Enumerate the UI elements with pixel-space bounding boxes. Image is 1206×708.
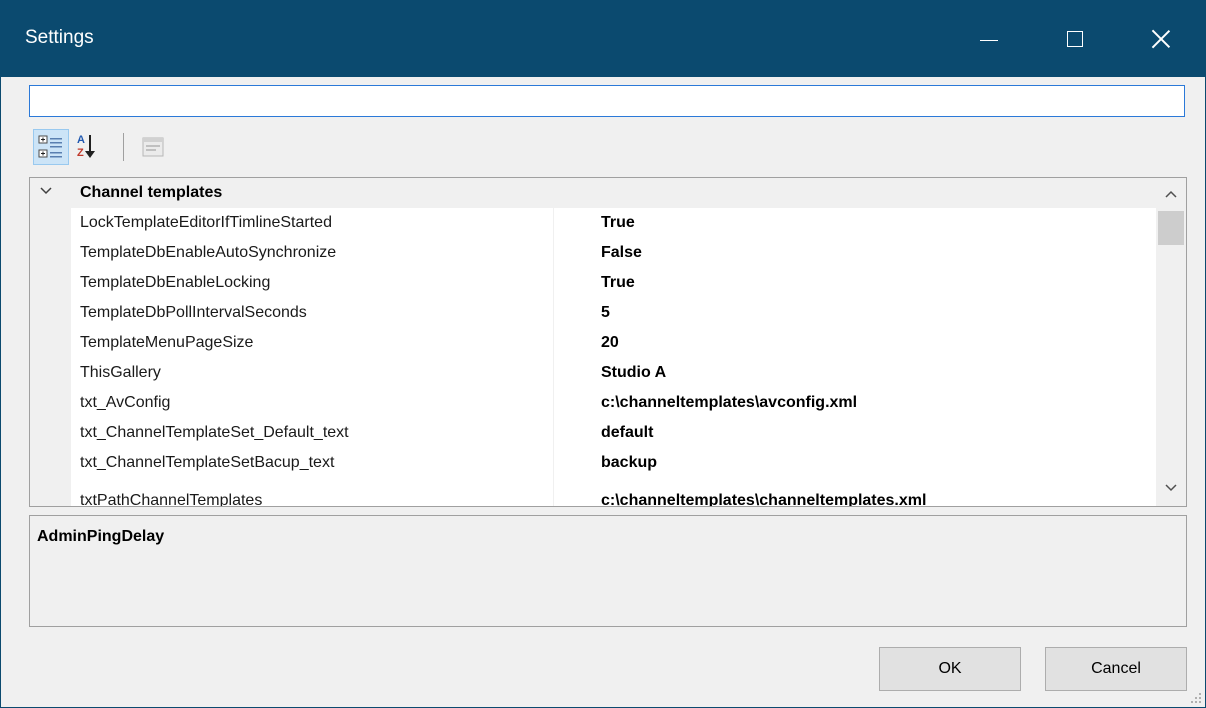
property-row[interactable]: ThisGallery Studio A [71,358,1156,388]
property-row[interactable]: txt_AvConfig c:\channeltemplates\avconfi… [71,388,1156,418]
property-row[interactable]: txt_ChannelTemplateSet_Default_text defa… [71,418,1156,448]
property-grid[interactable]: Channel templates LockTemplateEditorIfTi… [29,177,1187,507]
property-row[interactable]: TemplateDbEnableLocking True [71,268,1156,298]
property-name: txt_ChannelTemplateSetBacup_text [80,454,335,471]
property-row[interactable]: LockTemplateEditorIfTimlineStarted True [71,208,1156,238]
window-title: Settings [25,27,94,48]
toolbar-separator [123,133,124,161]
categorized-view-icon [38,135,62,158]
title-bar[interactable]: Settings [1,1,1205,77]
minimize-icon [980,39,998,41]
close-button[interactable] [1115,1,1206,77]
close-icon [1151,29,1171,49]
property-value[interactable]: False [601,238,642,268]
property-value[interactable]: True [601,268,635,298]
resize-grip[interactable] [1189,691,1203,705]
maximize-icon [1067,31,1083,47]
chevron-up-icon [1165,190,1177,198]
description-title: AdminPingDelay [37,528,165,545]
property-pages-button[interactable] [135,129,171,165]
property-value[interactable]: default [601,418,653,448]
property-name: txt_ChannelTemplateSet_Default_text [80,424,349,441]
property-value[interactable]: 5 [601,298,610,328]
alphabetical-sort-button[interactable]: AZ [71,129,107,165]
property-name: ThisGallery [80,364,161,381]
property-name: TemplateDbEnableAutoSynchronize [80,244,337,261]
property-name: LockTemplateEditorIfTimlineStarted [80,214,332,231]
property-value[interactable]: backup [601,448,657,478]
maximize-button[interactable] [1029,1,1121,77]
property-row[interactable]: txt_ChannelTemplateSetBacup_text backup [71,448,1156,478]
chevron-down-icon [1165,484,1177,492]
scroll-thumb[interactable] [1158,211,1184,245]
alphabetical-sort-icon: AZ [76,133,102,161]
property-name: TemplateMenuPageSize [80,334,254,351]
property-row[interactable]: TemplateDbPollIntervalSeconds 5 [71,298,1156,328]
property-name: txt_AvConfig [80,394,171,411]
description-panel: AdminPingDelay [29,515,1187,627]
property-name: TemplateDbEnableLocking [80,274,271,291]
property-value[interactable]: c:\channeltemplates\channeltemplates.xml [601,486,926,506]
minimize-button[interactable] [943,1,1035,77]
property-value[interactable]: c:\channeltemplates\avconfig.xml [601,388,857,418]
ok-button[interactable]: OK [879,647,1021,691]
cancel-button[interactable]: Cancel [1045,647,1187,691]
search-input[interactable] [29,85,1185,117]
chevron-down-icon[interactable] [40,187,52,195]
category-row[interactable]: Channel templates [30,178,1156,208]
property-value[interactable]: Studio A [601,358,666,388]
categorized-view-button[interactable] [33,129,69,165]
property-value[interactable]: 20 [601,328,619,358]
scroll-down-button[interactable] [1156,474,1186,502]
property-row[interactable]: TemplateDbEnableAutoSynchronize False [71,238,1156,268]
settings-window: Settings A Z Channel templates LockTempl… [0,0,1206,708]
property-pages-icon [142,137,164,157]
property-row[interactable]: TemplateMenuPageSize 20 [71,328,1156,358]
vertical-scrollbar[interactable] [1156,178,1186,506]
property-value[interactable]: True [601,208,635,238]
property-rows: Channel templates LockTemplateEditorIfTi… [30,178,1156,506]
property-name: TemplateDbPollIntervalSeconds [80,304,307,321]
property-row[interactable]: txtPathChannelTemplates c:\channeltempla… [71,486,1156,506]
scroll-up-button[interactable] [1156,180,1186,208]
property-name: txtPathChannelTemplates [80,492,263,506]
category-label: Channel templates [80,184,223,201]
